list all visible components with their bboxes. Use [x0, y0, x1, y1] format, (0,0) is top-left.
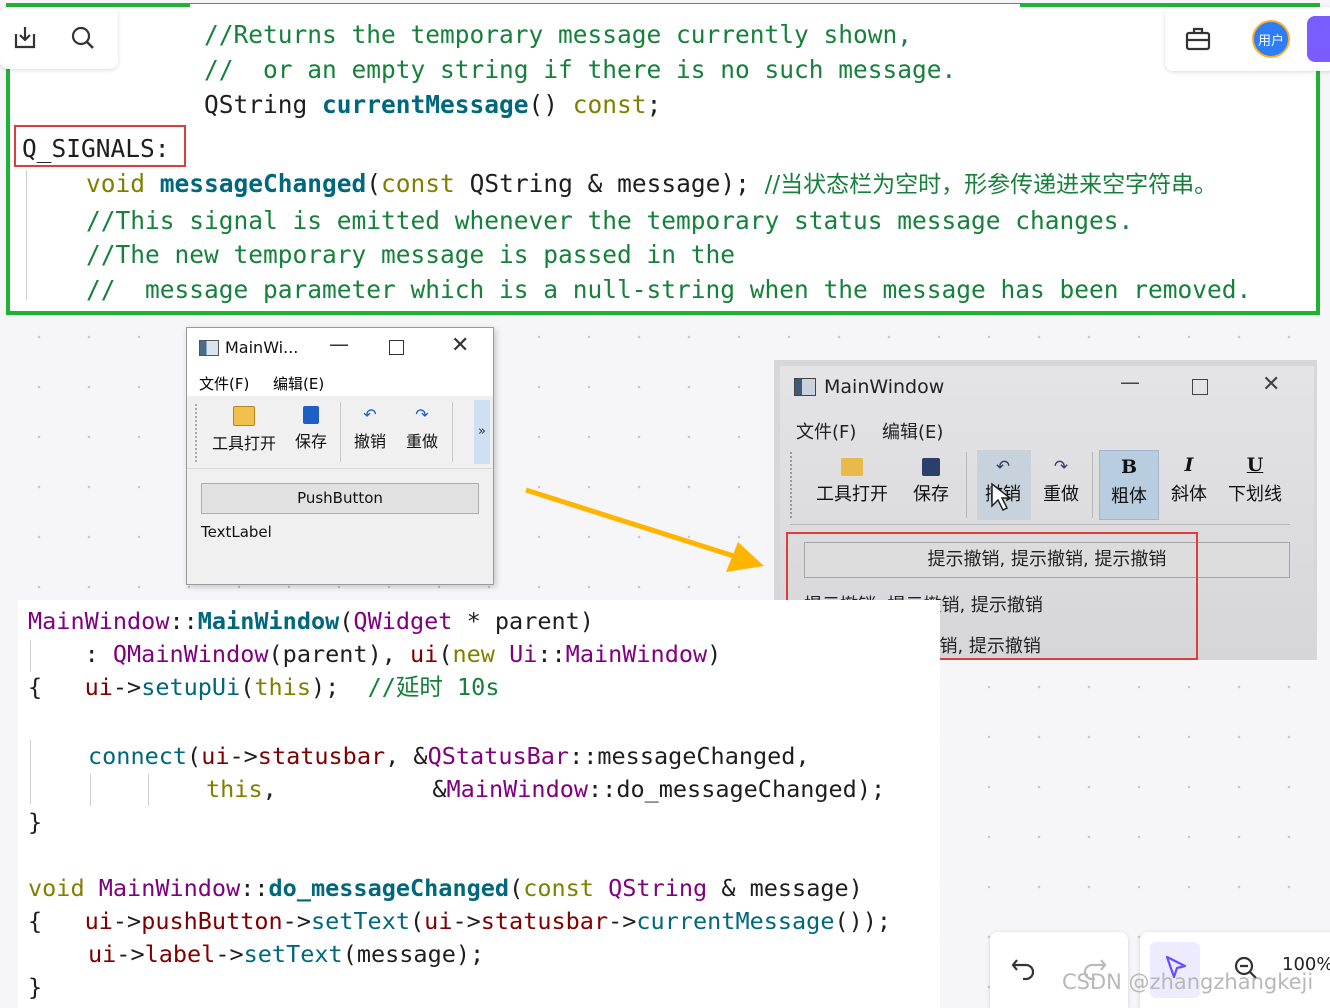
- toolbar-separator: [452, 402, 453, 462]
- window-title: MainWi...: [225, 338, 299, 357]
- right-toolbar: 用户: [1165, 7, 1330, 71]
- toolbar-separator: [1092, 452, 1093, 518]
- undo-icon: ↶: [363, 405, 377, 424]
- indent-guide: [30, 740, 31, 804]
- menu-edit[interactable]: 编辑(E): [273, 373, 324, 394]
- tool-open-button[interactable]: 工具打开: [812, 458, 892, 506]
- left-toolbar: [0, 7, 118, 69]
- save-icon: [303, 406, 319, 424]
- toolbar-bottom-line: [790, 524, 1290, 525]
- qsignals-label: Q_SIGNALS:: [22, 134, 170, 163]
- toolbar-separator: [966, 452, 967, 518]
- push-button[interactable]: PushButton: [201, 483, 479, 514]
- code-line-current-message: QString currentMessage() const;: [204, 90, 662, 119]
- window-titlebar: MainWi... — ✕: [187, 328, 493, 366]
- search-icon[interactable]: [66, 21, 100, 55]
- toolbar-handle[interactable]: [790, 452, 792, 518]
- maximize-icon[interactable]: [1192, 379, 1208, 395]
- italic-icon: I: [1184, 454, 1194, 476]
- code-line-slot-def: void MainWindow::do_messageChanged(const…: [28, 874, 863, 902]
- redo-icon: ↷: [415, 405, 429, 424]
- code-comment-line: // or an empty string if there is no suc…: [204, 55, 957, 84]
- close-icon[interactable]: ✕: [1262, 372, 1280, 397]
- tool-save-button[interactable]: 保存: [908, 458, 954, 506]
- bold-icon: B: [1120, 456, 1138, 478]
- toolbar-separator: [340, 402, 341, 462]
- tool-open-button[interactable]: 工具打开: [207, 406, 281, 454]
- toolbar-extension-button[interactable]: »: [474, 400, 490, 464]
- save-icon: [922, 458, 940, 476]
- code-line-setupui: { ui->setupUi(this); //延时 10s: [28, 673, 500, 701]
- tool-save-button[interactable]: 保存: [291, 406, 331, 452]
- undo-icon[interactable]: [1006, 950, 1042, 986]
- code-comment-line: //The new temporary message is passed in…: [86, 240, 736, 269]
- tool-bold-button[interactable]: B 粗体: [1104, 456, 1154, 508]
- code-line-connect: connect(ui->statusbar, &QStatusBar::mess…: [88, 742, 810, 770]
- code-comment-line: // message parameter which is a null-str…: [86, 275, 1252, 304]
- watermark: CSDN @zhangzhangkeji: [1062, 970, 1314, 994]
- minimize-icon[interactable]: —: [1120, 370, 1140, 394]
- mouse-cursor-icon: [991, 482, 1013, 512]
- code-line-constructor: MainWindow::MainWindow(QWidget * parent): [28, 607, 594, 635]
- window-app-icon: [199, 340, 219, 356]
- window-title: MainWindow: [824, 376, 945, 398]
- close-icon[interactable]: ✕: [451, 333, 469, 358]
- indent-guide: [26, 170, 27, 300]
- tool-italic-button[interactable]: I 斜体: [1164, 454, 1214, 506]
- menu-file[interactable]: 文件(F): [796, 418, 856, 444]
- qt-window-design: MainWi... — ✕ 文件(F) 编辑(E) 工具打开 保存 ↶ 撤销 ↷ 重…: [186, 327, 494, 585]
- code-line-settext-label: ui->label->setText(message);: [88, 940, 485, 968]
- window-toolbar: 工具打开 保存 ↶ 撤销 ↷ 重做 »: [187, 396, 493, 469]
- maximize-icon[interactable]: [389, 340, 404, 355]
- folder-icon: [233, 406, 255, 426]
- code-line-settext-button: { ui->pushButton->setText(ui->statusbar-…: [28, 907, 892, 935]
- menu-edit[interactable]: 编辑(E): [882, 418, 943, 444]
- redo-icon: ↷: [1053, 457, 1069, 477]
- tool-redo-button[interactable]: ↷ 重做: [1038, 458, 1084, 506]
- tool-underline-button[interactable]: U 下划线: [1222, 454, 1288, 506]
- folder-icon: [841, 458, 863, 476]
- code-line-close-brace: }: [28, 973, 43, 1001]
- underline-icon: U: [1246, 454, 1264, 476]
- avatar[interactable]: 用户: [1252, 20, 1290, 58]
- code-comment-line: //Returns the temporary message currentl…: [204, 20, 913, 49]
- minimize-icon[interactable]: —: [329, 332, 349, 356]
- window-app-icon: [794, 378, 816, 396]
- import-icon[interactable]: [8, 21, 42, 55]
- window-menubar: 文件(F) 编辑(E): [187, 366, 493, 396]
- tool-undo-button[interactable]: ↶撤销: [350, 406, 390, 452]
- code-line-initializer: : QMainWindow(parent), ui(new Ui::MainWi…: [56, 640, 722, 668]
- toolbar-handle[interactable]: [195, 404, 197, 462]
- indent-guide: [148, 774, 149, 806]
- indent-guide: [90, 774, 91, 806]
- text-label: TextLabel: [201, 523, 272, 541]
- code-line-connect-args: this, &MainWindow::do_messageChanged);: [206, 775, 886, 803]
- code-comment-line: //This signal is emitted whenever the te…: [86, 206, 1134, 235]
- undo-icon: ↶: [995, 457, 1011, 477]
- share-button[interactable]: [1307, 16, 1330, 62]
- menu-file[interactable]: 文件(F): [199, 373, 249, 394]
- code-line-close-brace: }: [28, 808, 43, 836]
- tool-redo-button[interactable]: ↷ 重做: [402, 406, 442, 452]
- toolbox-icon[interactable]: [1181, 22, 1215, 56]
- code-line-message-changed: void messageChanged(const QString & mess…: [86, 169, 1218, 198]
